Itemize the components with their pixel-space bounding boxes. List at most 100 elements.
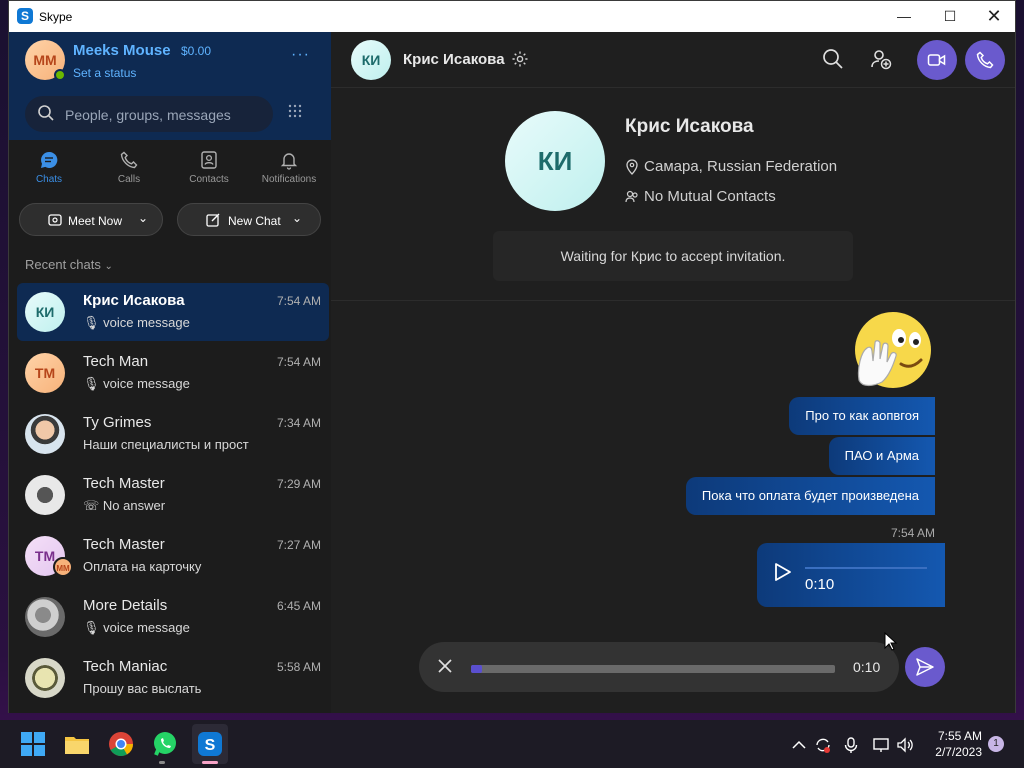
chevron-down-icon: ⌄	[138, 211, 149, 225]
new-chat-button[interactable]: New Chat ⌄	[177, 203, 321, 236]
taskbar: S 7:55 AM 2/7/2023 1	[0, 720, 1024, 768]
add-people-icon[interactable]	[869, 47, 893, 71]
tab-notifications-label: Notifications	[261, 174, 317, 185]
play-icon[interactable]	[771, 561, 793, 583]
search-icon[interactable]	[821, 47, 845, 71]
chat-time: 6:45 AM	[276, 599, 321, 613]
chat-bubble-icon	[41, 151, 58, 168]
chat-item[interactable]: TM MM Tech Master 7:27 AM Оплата на карт…	[17, 527, 329, 585]
send-button[interactable]	[905, 647, 945, 687]
recent-chats-label: Recent chats	[25, 257, 101, 272]
close-button[interactable]: ✕	[971, 1, 1017, 32]
chrome-icon[interactable]	[107, 730, 135, 758]
chat-time: 7:29 AM	[276, 477, 321, 491]
chat-preview: 🎙︎ voice message	[83, 376, 190, 392]
title-bar: S Skype — ☐ ✕	[9, 1, 1015, 32]
message-timestamp: 7:54 AM	[891, 526, 936, 540]
profile-area: MM Meeks Mouse $0.00 Set a status ··· Pe…	[9, 32, 331, 140]
window-title: Skype	[39, 10, 73, 24]
audio-call-button[interactable]	[965, 40, 1005, 80]
location-pin-icon	[626, 159, 638, 175]
recording-progress-fill	[471, 665, 482, 673]
bell-icon	[280, 153, 298, 170]
conversation-header: КИ Крис Исакова	[331, 32, 1015, 88]
message-bubble[interactable]: Пока что оплата будет произведена	[685, 477, 935, 515]
people-icon	[625, 190, 638, 203]
video-call-button[interactable]	[917, 40, 957, 80]
chat-item[interactable]: TM Tech Man 7:54 AM 🎙︎ voice message	[17, 344, 329, 402]
missed-call-icon: ☏	[83, 498, 100, 513]
minimize-button[interactable]: —	[881, 1, 927, 32]
gear-icon[interactable]	[511, 50, 529, 68]
voice-waveform[interactable]	[805, 567, 927, 569]
chat-item[interactable]: Tech Master 7:29 AM ☏ No answer	[17, 466, 329, 524]
header-avatar[interactable]: КИ	[351, 40, 391, 80]
contact-avatar-photo	[25, 414, 65, 454]
dialpad-icon[interactable]	[287, 104, 303, 120]
contact-avatar-photo	[25, 658, 65, 698]
whatsapp-icon[interactable]	[151, 730, 179, 758]
voice-message-bubble[interactable]: 0:10	[757, 543, 945, 607]
nav-tabs: Chats Calls Contacts Notifications	[9, 150, 331, 194]
chat-item[interactable]: Ty Grimes 7:34 AM Наши специалисты и про…	[17, 405, 329, 463]
chat-item[interactable]: Tech Maniac 5:58 AM Прошу вас выслать	[17, 649, 329, 707]
more-options-icon[interactable]: ···	[291, 46, 310, 64]
chat-time: 7:54 AM	[276, 294, 321, 308]
chat-preview-text: Прошу вас выслать	[83, 681, 202, 696]
chat-preview: ☏ No answer	[83, 498, 165, 514]
chat-preview-text: Оплата на карточку	[83, 559, 202, 574]
search-box[interactable]: People, groups, messages	[25, 96, 273, 132]
meet-now-button[interactable]: Meet Now ⌄	[19, 203, 163, 236]
message-bubble[interactable]: Про то как аопвгоя	[789, 397, 935, 435]
microphone-icon[interactable]	[842, 736, 860, 754]
header-contact-name[interactable]: Крис Исакова	[403, 51, 505, 68]
chat-item[interactable]: КИ Крис Исакова 7:54 AM 🎙︎ voice message	[17, 283, 329, 341]
contacts-icon	[201, 151, 217, 169]
active-app-indicator	[202, 761, 218, 764]
mutual-contacts-text: No Mutual Contacts	[644, 188, 776, 205]
recording-progress-track[interactable]	[471, 665, 835, 673]
phone-icon	[120, 151, 138, 169]
message-bubble[interactable]: ПАО и Арма	[828, 437, 935, 475]
waving-hand-emoji-icon[interactable]	[851, 310, 935, 394]
notification-badge[interactable]: 1	[988, 736, 1004, 752]
skype-credit[interactable]: $0.00	[181, 44, 211, 58]
sidebar: MM Meeks Mouse $0.00 Set a status ··· Pe…	[9, 32, 331, 713]
tab-contacts[interactable]: Contacts	[169, 150, 249, 185]
chat-preview-text: voice message	[103, 315, 190, 330]
sync-icon[interactable]	[814, 736, 832, 754]
contact-avatar: TM	[25, 353, 65, 393]
chevron-up-icon[interactable]	[790, 736, 808, 754]
send-icon	[916, 658, 934, 676]
recording-duration: 0:10	[853, 659, 881, 675]
recent-chats-header[interactable]: Recent chats ⌄	[25, 257, 113, 272]
maximize-button[interactable]: ☐	[927, 1, 973, 32]
windows-start-icon[interactable]	[19, 730, 47, 758]
chat-name: Tech Master	[83, 536, 165, 553]
chat-name: Tech Maniac	[83, 658, 168, 675]
skype-taskbar-icon[interactable]: S	[196, 730, 224, 758]
set-status-link[interactable]: Set a status	[73, 66, 136, 80]
contact-location-text: Самара, Russian Federation	[644, 158, 838, 175]
contact-avatar: КИ	[25, 292, 65, 332]
tab-chats[interactable]: Chats	[9, 150, 89, 185]
chat-item[interactable]: More Details 6:45 AM 🎙︎ voice message	[17, 588, 329, 646]
chat-name: Ty Grimes	[83, 414, 152, 431]
meet-now-label: Meet Now	[68, 214, 123, 228]
chat-name: Крис Исакова	[83, 292, 185, 309]
video-camera-icon	[927, 54, 946, 66]
chat-time: 7:27 AM	[276, 538, 321, 552]
chat-name: More Details	[83, 597, 168, 614]
close-icon[interactable]	[437, 658, 453, 674]
mouse-cursor-icon	[884, 632, 898, 651]
contact-profile-avatar[interactable]: КИ	[505, 111, 605, 211]
divider	[331, 300, 1015, 301]
tab-calls[interactable]: Calls	[89, 150, 169, 185]
profile-name[interactable]: Meeks Mouse	[73, 42, 171, 59]
mic-icon: 🎙︎	[83, 376, 100, 391]
file-explorer-icon[interactable]	[63, 730, 91, 758]
tab-notifications[interactable]: Notifications	[249, 150, 329, 185]
speaker-icon[interactable]	[896, 736, 914, 754]
taskbar-clock[interactable]: 7:55 AM 2/7/2023	[930, 728, 982, 760]
network-icon[interactable]	[872, 736, 890, 754]
